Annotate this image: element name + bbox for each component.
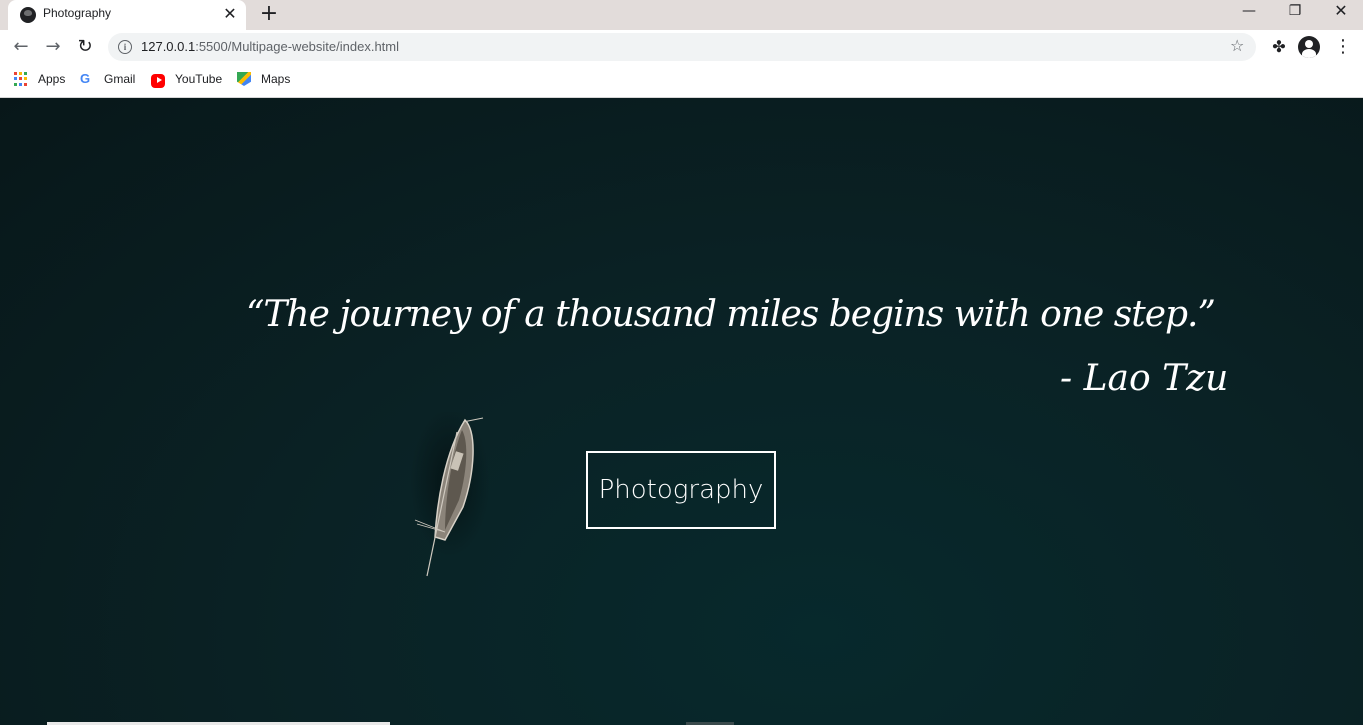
apps-grid-dot bbox=[19, 82, 22, 86]
url-text[interactable]: 127.0.0.1:5500/Multipage-website/index.h… bbox=[141, 39, 399, 54]
minimize-button[interactable]: — bbox=[1226, 0, 1272, 30]
hero-section: “The journey of a thousand miles begins … bbox=[0, 98, 1363, 725]
address-bar[interactable]: i 127.0.0.1:5500/Multipage-website/index… bbox=[108, 33, 1256, 61]
browser-menu-icon[interactable]: ⋮ bbox=[1331, 35, 1355, 59]
google-icon: G bbox=[80, 71, 91, 86]
quote-author: - Lao Tzu bbox=[1060, 358, 1229, 399]
browser-toolbar: ← → ↻ i 127.0.0.1:5500/Multipage-website… bbox=[0, 30, 1363, 64]
bookmark-label: Gmail bbox=[104, 72, 136, 86]
tab-strip: Photography ✕ + — ❐ ✕ bbox=[0, 0, 1363, 30]
profile-avatar-icon[interactable] bbox=[1298, 36, 1320, 58]
youtube-icon bbox=[151, 74, 165, 88]
apps-grid-icon bbox=[14, 72, 28, 86]
browser-tab[interactable]: Photography ✕ bbox=[8, 0, 246, 30]
apps-grid-dot bbox=[24, 82, 27, 86]
apps-grid-dot bbox=[24, 72, 27, 75]
new-tab-button[interactable]: + bbox=[256, 2, 282, 28]
url-path: :5500/Multipage-website/index.html bbox=[195, 39, 399, 54]
extensions-icon[interactable]: ✤ bbox=[1267, 35, 1291, 59]
back-button[interactable]: ← bbox=[8, 34, 34, 60]
tab-title: Photography bbox=[43, 6, 112, 20]
apps-grid-dot bbox=[19, 72, 22, 75]
globe-icon bbox=[20, 7, 36, 23]
maps-icon bbox=[237, 72, 251, 86]
apps-grid-dot bbox=[24, 77, 27, 81]
url-host: 127.0.0.1 bbox=[141, 39, 196, 54]
bookmark-star-icon[interactable]: ☆ bbox=[1230, 36, 1244, 55]
apps-grid-dot bbox=[14, 77, 17, 81]
bookmark-label: YouTube bbox=[175, 72, 223, 86]
hero-quote: “The journey of a thousand miles begins … bbox=[246, 294, 1216, 335]
close-window-button[interactable]: ✕ bbox=[1318, 0, 1363, 30]
apps-grid-dot bbox=[14, 72, 17, 75]
reload-button[interactable]: ↻ bbox=[72, 34, 98, 60]
forward-button[interactable]: → bbox=[40, 34, 66, 60]
sailboat-image bbox=[410, 412, 490, 577]
site-info-icon[interactable]: i bbox=[118, 40, 132, 54]
bookmarks-bar: Apps G Gmail YouTube Maps bbox=[0, 64, 1363, 98]
close-tab-icon[interactable]: ✕ bbox=[220, 4, 240, 24]
apps-grid-dot bbox=[14, 82, 17, 86]
photography-button[interactable]: Photography bbox=[586, 451, 776, 529]
bookmark-label: Apps bbox=[38, 72, 66, 86]
bookmark-label: Maps bbox=[261, 72, 291, 86]
restore-button[interactable]: ❐ bbox=[1272, 0, 1318, 30]
apps-grid-dot bbox=[19, 77, 22, 81]
